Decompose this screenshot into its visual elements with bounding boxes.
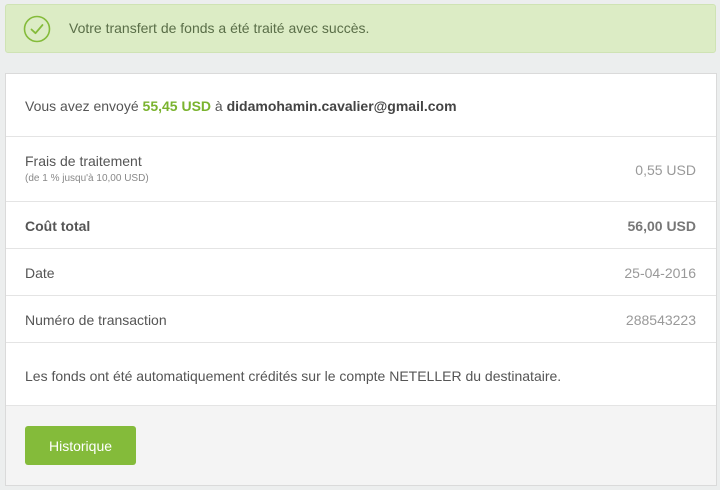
total-value: 56,00 USD bbox=[627, 218, 696, 234]
transaction-value: 288543223 bbox=[625, 312, 696, 328]
total-row: Coût total 56,00 USD bbox=[6, 202, 716, 249]
fee-label: Frais de traitement bbox=[25, 153, 142, 169]
fee-row: Frais de traitement (de 1 % jusqu'à 10,0… bbox=[6, 137, 716, 202]
sent-prefix: Vous avez envoyé bbox=[25, 98, 143, 114]
sent-amount: 55,45 USD bbox=[142, 98, 212, 114]
date-label: Date bbox=[25, 265, 55, 281]
transaction-label: Numéro de transaction bbox=[25, 312, 167, 328]
transaction-row: Numéro de transaction 288543223 bbox=[6, 296, 716, 343]
fee-note: (de 1 % jusqu'à 10,00 USD) bbox=[25, 173, 149, 184]
transfer-summary-card: Vous avez envoyé 55,45 USD à didamohamin… bbox=[5, 73, 717, 486]
recipient-email: didamohamin.cavalier@gmail.com bbox=[226, 98, 457, 114]
sent-summary-text: Vous avez envoyé 55,45 USD à didamohamin… bbox=[25, 98, 457, 114]
history-button[interactable]: Historique bbox=[25, 426, 136, 465]
fee-value: 0,55 USD bbox=[635, 162, 696, 178]
success-alert: Votre transfert de fonds a été traité av… bbox=[5, 4, 716, 53]
credit-note-row: Les fonds ont été automatiquement crédit… bbox=[6, 343, 716, 406]
total-label: Coût total bbox=[25, 218, 91, 234]
sent-summary-row: Vous avez envoyé 55,45 USD à didamohamin… bbox=[6, 74, 716, 137]
card-footer: Historique bbox=[6, 406, 716, 485]
date-row: Date 25-04-2016 bbox=[6, 249, 716, 296]
sent-middle: à bbox=[211, 98, 227, 114]
check-circle-icon bbox=[23, 15, 51, 43]
date-value: 25-04-2016 bbox=[624, 265, 696, 281]
credit-note: Les fonds ont été automatiquement crédit… bbox=[25, 368, 562, 384]
success-message: Votre transfert de fonds a été traité av… bbox=[69, 20, 370, 36]
